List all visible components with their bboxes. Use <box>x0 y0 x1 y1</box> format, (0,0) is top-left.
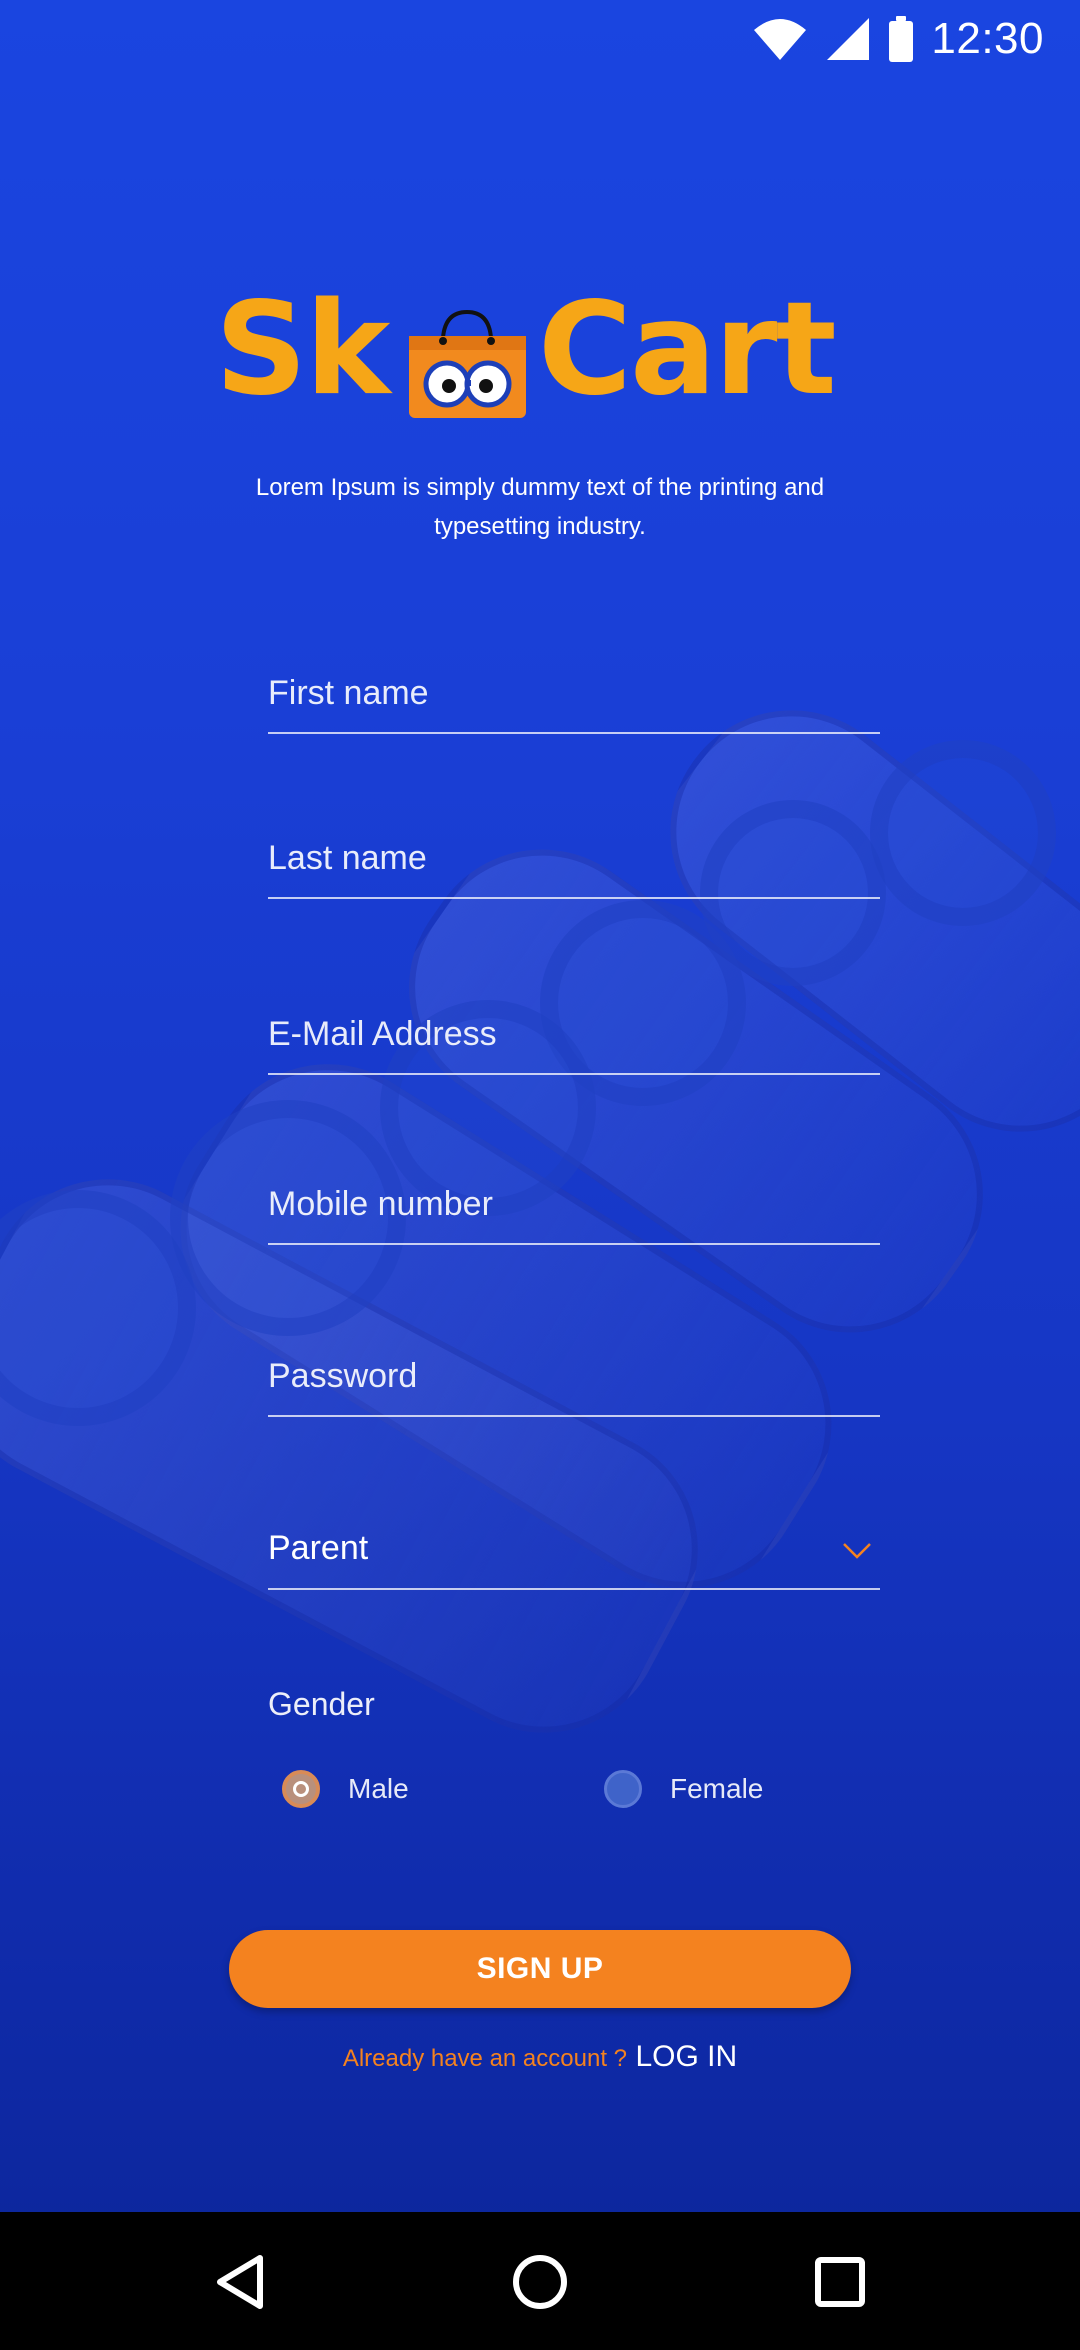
app-logo: Sk Cart <box>215 280 865 420</box>
email-field[interactable] <box>268 1013 880 1075</box>
clock: 12:30 <box>931 14 1044 63</box>
role-select[interactable]: Parent <box>268 1528 880 1590</box>
login-link[interactable]: LOG IN <box>635 2040 737 2073</box>
home-icon[interactable] <box>508 2250 572 2314</box>
login-prompt: Already have an account ? LOG IN <box>0 2040 1080 2074</box>
mobile-input[interactable] <box>268 1183 880 1239</box>
login-question: Already have an account ? <box>342 2045 628 2072</box>
mobile-field[interactable] <box>268 1183 880 1245</box>
recents-icon[interactable] <box>808 2250 872 2314</box>
radio-button-selected[interactable] <box>282 1770 320 1808</box>
radio-button-unselected[interactable] <box>604 1770 642 1808</box>
sign-up-button[interactable]: SIGN UP <box>229 1930 851 2008</box>
gender-option-female[interactable]: Female <box>604 1770 763 1808</box>
email-input[interactable] <box>268 1013 880 1069</box>
last-name-input[interactable] <box>268 837 880 893</box>
shopping-bag-icon <box>409 310 526 418</box>
navigation-bar <box>0 2212 1080 2350</box>
gender-option-male[interactable]: Male <box>282 1770 409 1808</box>
logo-text-right: Cart <box>538 275 837 424</box>
gender-option-label: Female <box>670 1773 764 1804</box>
first-name-input[interactable] <box>268 672 880 728</box>
last-name-field[interactable] <box>268 837 880 899</box>
signal-icon <box>827 18 870 60</box>
gender-option-label: Male <box>348 1773 409 1804</box>
first-name-field[interactable] <box>268 672 880 734</box>
password-field[interactable] <box>268 1355 880 1417</box>
password-input[interactable] <box>268 1355 880 1411</box>
status-bar: 12:30 <box>0 0 1080 76</box>
wifi-icon <box>754 19 807 60</box>
chevron-down-icon <box>843 1543 871 1559</box>
back-icon[interactable] <box>210 2250 274 2314</box>
battery-icon <box>889 16 914 62</box>
gender-label: Gender <box>268 1686 375 1722</box>
role-select-value: Parent <box>268 1529 369 1567</box>
logo-text-left: Sk <box>215 275 390 424</box>
tagline: Lorem Ipsum is simply dummy text of the … <box>255 474 825 540</box>
